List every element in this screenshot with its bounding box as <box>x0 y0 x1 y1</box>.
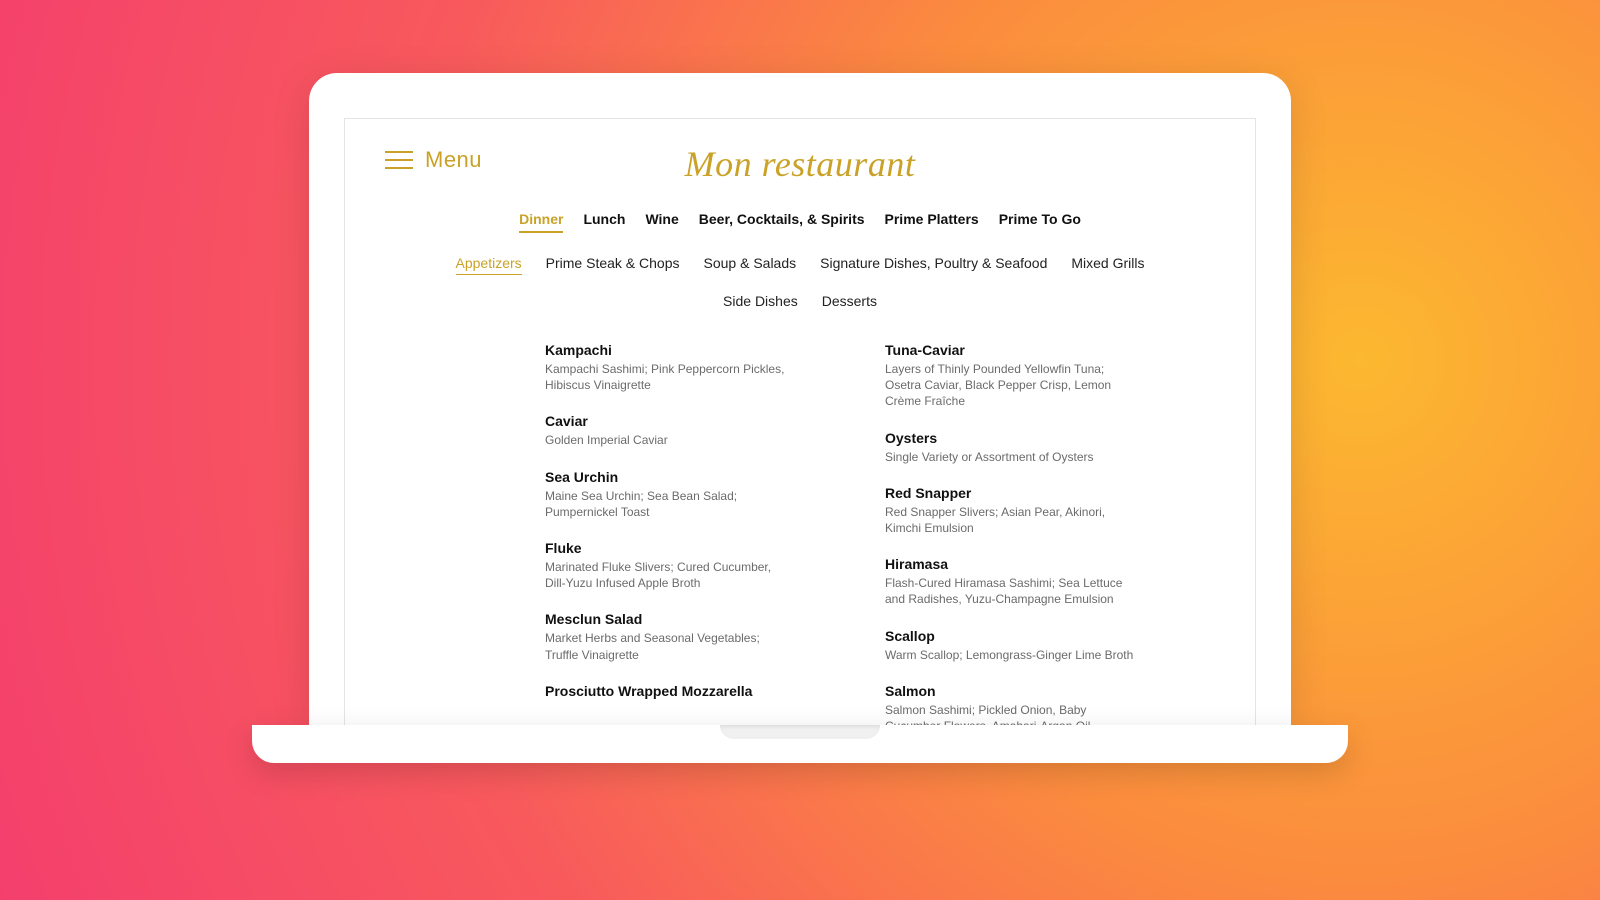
menu-column-left: Kampachi Kampachi Sashimi; Pink Pepperco… <box>545 342 855 725</box>
menu-label: Menu <box>425 147 482 173</box>
tab-prime-platters[interactable]: Prime Platters <box>885 211 979 233</box>
website-viewport: Menu Mon restaurant Dinner Lunch Wine Be… <box>344 118 1256 725</box>
dish-desc: Market Herbs and Seasonal Vegetables; Tr… <box>545 630 795 662</box>
subtab-side-dishes[interactable]: Side Dishes <box>723 293 798 312</box>
subtab-soup-salads[interactable]: Soup & Salads <box>704 255 797 275</box>
dish-desc: Maine Sea Urchin; Sea Bean Salad; Pumper… <box>545 488 795 520</box>
laptop-screen: Menu Mon restaurant Dinner Lunch Wine Be… <box>309 73 1291 725</box>
dish-name: Caviar <box>545 413 855 429</box>
dish-item: Caviar Golden Imperial Caviar <box>545 413 855 448</box>
tab-prime-to-go[interactable]: Prime To Go <box>999 211 1081 233</box>
subtab-signature-dishes[interactable]: Signature Dishes, Poultry & Seafood <box>820 255 1047 275</box>
dish-name: Hiramasa <box>885 556 1195 572</box>
laptop-mockup: Menu Mon restaurant Dinner Lunch Wine Be… <box>309 73 1291 763</box>
menu-content: Kampachi Kampachi Sashimi; Pink Pepperco… <box>345 326 1255 725</box>
tab-beer-cocktails-spirits[interactable]: Beer, Cocktails, & Spirits <box>699 211 865 233</box>
dish-item: Prosciutto Wrapped Mozzarella <box>545 683 855 702</box>
dish-desc: Kampachi Sashimi; Pink Peppercorn Pickle… <box>545 361 795 393</box>
dish-name: Red Snapper <box>885 485 1195 501</box>
site-header: Menu Mon restaurant <box>345 119 1255 195</box>
subtab-desserts[interactable]: Desserts <box>822 293 877 312</box>
dish-name: Mesclun Salad <box>545 611 855 627</box>
hamburger-icon <box>385 151 413 169</box>
dish-name: Fluke <box>545 540 855 556</box>
dish-name: Oysters <box>885 430 1195 446</box>
dish-name: Salmon <box>885 683 1195 699</box>
dish-desc: Layers of Thinly Pounded Yellowfin Tuna;… <box>885 361 1135 410</box>
dish-desc: Warm Scallop; Lemongrass-Ginger Lime Bro… <box>885 647 1135 663</box>
dish-item: Mesclun Salad Market Herbs and Seasonal … <box>545 611 855 662</box>
subtab-prime-steak-chops[interactable]: Prime Steak & Chops <box>546 255 680 275</box>
laptop-notch <box>720 725 880 739</box>
dish-desc: Salmon Sashimi; Pickled Onion, Baby Cucu… <box>885 702 1135 725</box>
open-menu-button[interactable]: Menu <box>385 147 482 173</box>
primary-nav: Dinner Lunch Wine Beer, Cocktails, & Spi… <box>345 195 1255 241</box>
tab-dinner[interactable]: Dinner <box>519 211 563 233</box>
dish-item: Oysters Single Variety or Assortment of … <box>885 430 1195 465</box>
dish-desc: Single Variety or Assortment of Oysters <box>885 449 1135 465</box>
sub-nav: Appetizers Prime Steak & Chops Soup & Sa… <box>345 241 1255 326</box>
tab-wine[interactable]: Wine <box>645 211 678 233</box>
dish-name: Sea Urchin <box>545 469 855 485</box>
dish-desc: Red Snapper Slivers; Asian Pear, Akinori… <box>885 504 1135 536</box>
dish-desc: Golden Imperial Caviar <box>545 432 795 448</box>
dish-name: Prosciutto Wrapped Mozzarella <box>545 683 855 699</box>
dish-desc: Marinated Fluke Slivers; Cured Cucumber,… <box>545 559 795 591</box>
brand-title: Mon restaurant <box>385 143 1215 185</box>
dish-name: Tuna-Caviar <box>885 342 1195 358</box>
dish-item: Red Snapper Red Snapper Slivers; Asian P… <box>885 485 1195 536</box>
dish-item: Salmon Salmon Sashimi; Pickled Onion, Ba… <box>885 683 1195 725</box>
dish-item: Kampachi Kampachi Sashimi; Pink Pepperco… <box>545 342 855 393</box>
subtab-appetizers[interactable]: Appetizers <box>456 255 522 275</box>
dish-item: Sea Urchin Maine Sea Urchin; Sea Bean Sa… <box>545 469 855 520</box>
dish-item: Scallop Warm Scallop; Lemongrass-Ginger … <box>885 628 1195 663</box>
dish-item: Fluke Marinated Fluke Slivers; Cured Cuc… <box>545 540 855 591</box>
dish-item: Hiramasa Flash-Cured Hiramasa Sashimi; S… <box>885 556 1195 607</box>
menu-column-right: Tuna-Caviar Layers of Thinly Pounded Yel… <box>885 342 1195 725</box>
tab-lunch[interactable]: Lunch <box>583 211 625 233</box>
dish-desc: Flash-Cured Hiramasa Sashimi; Sea Lettuc… <box>885 575 1135 607</box>
dish-item: Tuna-Caviar Layers of Thinly Pounded Yel… <box>885 342 1195 410</box>
subtab-mixed-grills[interactable]: Mixed Grills <box>1071 255 1144 275</box>
dish-name: Scallop <box>885 628 1195 644</box>
dish-name: Kampachi <box>545 342 855 358</box>
laptop-base <box>252 725 1348 763</box>
